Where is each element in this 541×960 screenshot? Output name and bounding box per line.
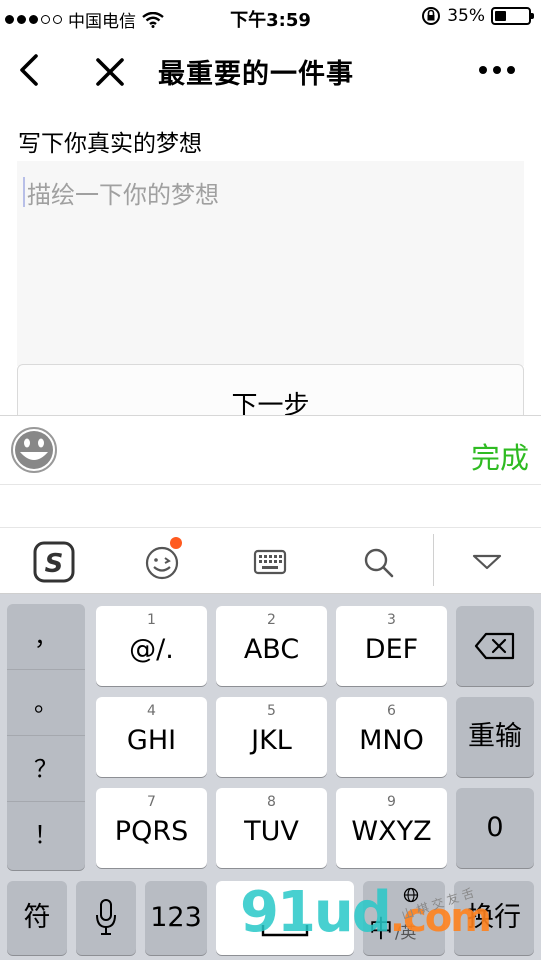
key-letters: JKL xyxy=(251,725,292,756)
key-number: 3 xyxy=(387,612,396,628)
close-icon[interactable] xyxy=(90,52,130,92)
key-number: 6 xyxy=(387,703,396,719)
punctuation-column: ， 。 ？ ！ xyxy=(7,604,85,870)
punct-key[interactable]: 。 xyxy=(7,670,85,736)
emoji-smile-icon[interactable] xyxy=(140,537,184,584)
key-number: 9 xyxy=(387,794,396,810)
key-2[interactable]: 2 ABC xyxy=(216,606,327,686)
dream-label: 写下你真实的梦想 xyxy=(18,131,202,157)
sogou-logo-icon[interactable]: S xyxy=(32,540,76,584)
toolbar-divider xyxy=(433,534,434,586)
key-1[interactable]: 1 @/. xyxy=(96,606,207,686)
key-letters: MNO xyxy=(359,725,424,756)
symbols-key[interactable]: 符 xyxy=(7,881,67,955)
emoji-face-icon[interactable] xyxy=(10,426,58,474)
punct-key[interactable]: ， xyxy=(7,604,85,670)
text-cursor xyxy=(23,177,25,207)
input-accessory-bar: 完成 xyxy=(0,415,541,485)
key-3[interactable]: 3 DEF xyxy=(336,606,447,686)
key-number: 8 xyxy=(267,794,276,810)
numbers-key[interactable]: 123 xyxy=(145,881,207,955)
key-number: 5 xyxy=(267,703,276,719)
punct-key[interactable]: ！ xyxy=(7,802,85,868)
key-number: 4 xyxy=(147,703,156,719)
watermark-brand: 91ud xyxy=(240,880,392,945)
backspace-icon xyxy=(474,632,515,660)
battery-percent: 35% xyxy=(447,6,485,26)
numbers-label: 123 xyxy=(150,902,202,933)
key-letters: TUV xyxy=(244,816,299,847)
punct-key[interactable]: ？ xyxy=(7,736,85,802)
key-letters: GHI xyxy=(126,725,177,756)
key-number: 7 xyxy=(147,794,156,810)
zero-label: 0 xyxy=(486,812,504,843)
key-6[interactable]: 6 MNO xyxy=(336,697,447,777)
key-8[interactable]: 8 TUV xyxy=(216,788,327,868)
nav-bar: 最重要的一件事 xyxy=(0,36,541,106)
microphone-icon xyxy=(96,899,116,935)
reenter-label: 重输 xyxy=(468,721,522,752)
key-7[interactable]: 7 PQRS xyxy=(96,788,207,868)
page-title: 最重要的一件事 xyxy=(158,59,354,90)
battery-icon xyxy=(491,7,534,25)
key-9[interactable]: 9 WXYZ xyxy=(336,788,447,868)
rotation-lock-icon xyxy=(422,7,441,25)
search-icon[interactable] xyxy=(356,540,400,584)
collapse-triangle-icon[interactable] xyxy=(465,540,509,584)
dream-placeholder: 描绘一下你的梦想 xyxy=(27,181,219,209)
done-button[interactable]: 完成 xyxy=(471,435,529,477)
key-number: 1 xyxy=(147,612,156,628)
back-chevron-icon[interactable] xyxy=(12,50,48,90)
key-letters: ABC xyxy=(243,634,300,665)
key-number: 2 xyxy=(267,612,276,628)
status-right: 35% xyxy=(421,6,534,26)
key-0[interactable]: 0 xyxy=(456,788,534,868)
key-5[interactable]: 5 JKL xyxy=(216,697,327,777)
key-letters: DEF xyxy=(364,634,419,665)
dream-textarea[interactable]: 描绘一下你的梦想 xyxy=(17,161,524,366)
reenter-key[interactable]: 重输 xyxy=(456,697,534,777)
more-dots-icon[interactable] xyxy=(479,60,521,80)
key-letters: @/. xyxy=(129,634,174,665)
notification-badge xyxy=(170,537,182,549)
keyboard-toolbar: S xyxy=(0,528,541,594)
svg-text:S: S xyxy=(45,549,64,579)
status-bar: 中国电信 下午3:59 35% xyxy=(0,0,541,36)
blank-bar xyxy=(0,486,541,528)
microphone-key[interactable] xyxy=(76,881,136,955)
symbols-label: 符 xyxy=(23,902,51,933)
key-4[interactable]: 4 GHI xyxy=(96,697,207,777)
backspace-key[interactable] xyxy=(456,606,534,686)
keyboard-icon[interactable] xyxy=(248,540,292,584)
key-letters: WXYZ xyxy=(351,816,432,847)
key-letters: PQRS xyxy=(114,816,189,847)
